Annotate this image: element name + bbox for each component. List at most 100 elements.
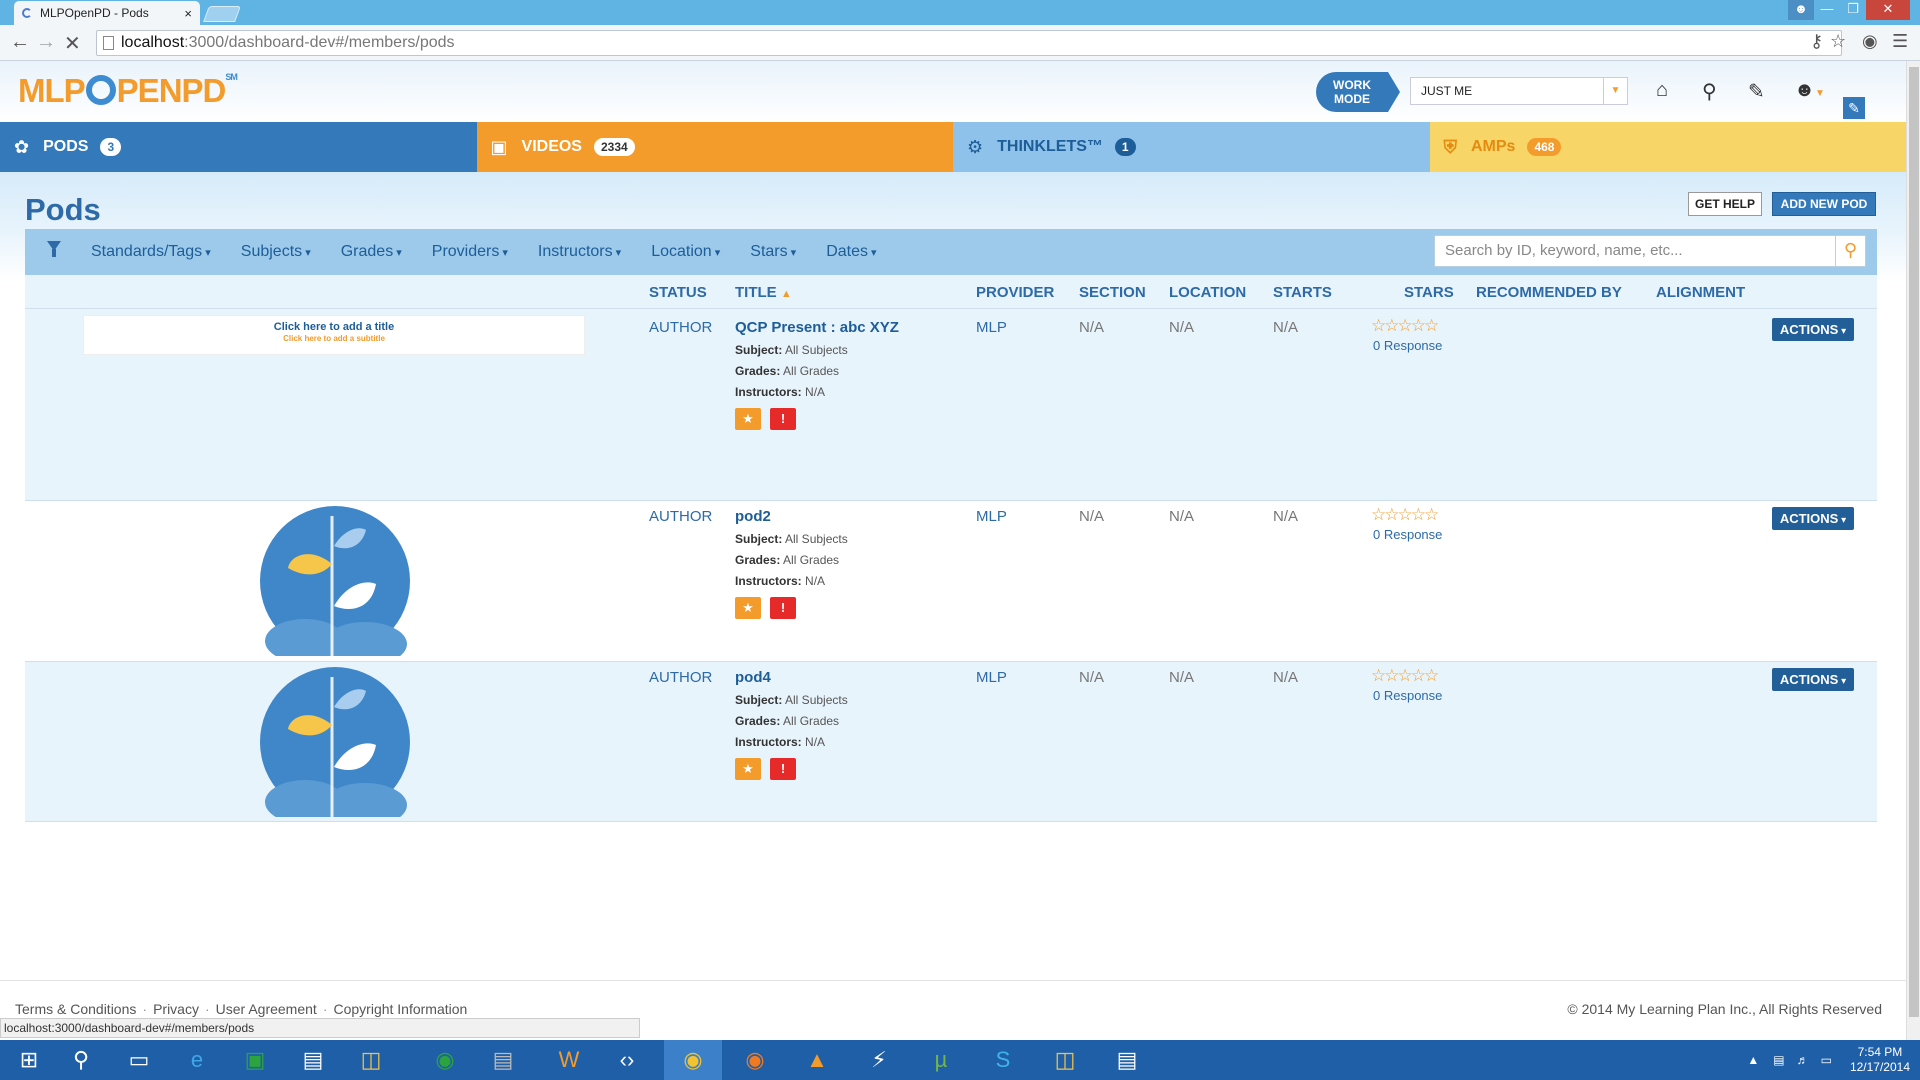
col-location[interactable]: LOCATION — [1169, 284, 1246, 301]
network-icon[interactable]: ▤ — [1773, 1053, 1784, 1067]
forward-icon[interactable]: → — [36, 31, 56, 54]
key-icon[interactable]: ⚷ — [1810, 31, 1823, 52]
star-rating-icon[interactable]: ☆☆☆☆☆ — [1371, 316, 1439, 336]
utorrent-icon[interactable]: µ — [912, 1040, 970, 1080]
tab-thinklets[interactable]: ⚙ THINKLETS™ 1 — [953, 122, 1430, 172]
col-title[interactable]: TITLE ▲ — [735, 284, 792, 301]
skype-icon[interactable]: S — [974, 1040, 1032, 1080]
footer-link-privacy[interactable]: Privacy — [153, 1001, 199, 1017]
tab-pods[interactable]: ✿ PODS 3 — [0, 122, 477, 184]
green-app-icon[interactable]: ◉ — [416, 1040, 474, 1080]
pod-leaf-image[interactable] — [260, 506, 410, 656]
row-responses[interactable]: 0 Response — [1373, 338, 1442, 353]
bookmark-star-icon[interactable]: ☆ — [1830, 31, 1846, 52]
row-title-link[interactable]: QCP Present : abc XYZ — [735, 319, 899, 336]
browser-tab[interactable]: MLPOpenPD - Pods × — [14, 1, 200, 25]
taskbar-search-icon[interactable]: ⚲ — [52, 1040, 110, 1080]
row-responses[interactable]: 0 Response — [1373, 527, 1442, 542]
chrome-icon[interactable]: ◉ — [664, 1040, 722, 1080]
add-new-pod-button[interactable]: ADD NEW POD — [1772, 192, 1876, 216]
menu-icon[interactable]: ☰ — [1892, 31, 1908, 52]
tab-close-icon[interactable]: × — [184, 6, 192, 21]
volume-icon[interactable]: ♬ — [1797, 1053, 1809, 1067]
alert-icon[interactable]: ! — [770, 758, 796, 780]
extension-icon[interactable]: ◉ — [1862, 31, 1878, 52]
work-mode-select[interactable]: JUST ME ▼ — [1410, 77, 1628, 105]
col-stars[interactable]: STARS — [1404, 284, 1454, 301]
pod-thumbnail[interactable]: Click here to add a title Click here to … — [83, 315, 585, 355]
star-rating-icon[interactable]: ☆☆☆☆☆ — [1371, 666, 1439, 686]
get-help-button[interactable]: GET HELP — [1688, 192, 1762, 216]
url-input[interactable]: localhost:3000/dashboard-dev#/members/po… — [96, 30, 1842, 56]
favorite-star-icon[interactable]: ★ — [735, 597, 761, 619]
favorite-star-icon[interactable]: ★ — [735, 408, 761, 430]
folder-icon[interactable]: ◫ — [1036, 1040, 1094, 1080]
search-input[interactable]: Search by ID, keyword, name, etc... ⚲ — [1434, 235, 1866, 267]
star-rating-icon[interactable]: ☆☆☆☆☆ — [1371, 505, 1439, 525]
footer-link-user-agreement[interactable]: User Agreement — [216, 1001, 317, 1017]
col-recommended-by[interactable]: RECOMMENDED BY — [1476, 284, 1622, 301]
alert-icon[interactable]: ! — [770, 408, 796, 430]
new-tab-button[interactable] — [203, 6, 241, 22]
user-profile-icon[interactable]: ☻ — [1788, 0, 1814, 20]
actions-button[interactable]: ACTIONS — [1772, 507, 1854, 530]
row-responses[interactable]: 0 Response — [1373, 688, 1442, 703]
filter-grades[interactable]: Grades — [341, 243, 402, 261]
stop-icon[interactable]: ✕ — [64, 31, 81, 56]
store-icon[interactable]: ▣ — [226, 1040, 284, 1080]
app-window-icon[interactable]: ▤ — [284, 1040, 342, 1080]
mlp-openpd-logo[interactable]: MLP PENPDSM — [18, 72, 238, 110]
tray-expand-icon[interactable]: ▲ — [1747, 1053, 1759, 1067]
code-editor-icon[interactable]: ‹› — [598, 1040, 656, 1080]
vertical-scrollbar[interactable] — [1906, 61, 1920, 1040]
notifications-icon[interactable]: ▭ — [1821, 1053, 1832, 1067]
minimize-icon[interactable]: — — [1814, 0, 1840, 20]
row-title-link[interactable]: pod4 — [735, 669, 771, 686]
close-window-icon[interactable]: ✕ — [1866, 0, 1910, 20]
chevron-down-icon[interactable]: ▼ — [1603, 78, 1627, 104]
home-icon[interactable]: ⌂ — [1656, 79, 1668, 102]
actions-button[interactable]: ACTIONS — [1772, 318, 1854, 341]
database-icon[interactable]: ▤ — [474, 1040, 532, 1080]
footer-link-copyright[interactable]: Copyright Information — [333, 1001, 467, 1017]
tab-amps[interactable]: ⛨ AMPs 468 — [1429, 122, 1906, 172]
col-starts[interactable]: STARTS — [1273, 284, 1332, 301]
scrollbar-thumb[interactable] — [1909, 67, 1919, 1017]
filter-providers[interactable]: Providers — [432, 243, 508, 261]
footer-link-terms[interactable]: Terms & Conditions — [15, 1001, 136, 1017]
row-title-link[interactable]: pod2 — [735, 508, 771, 525]
filter-standards-tags[interactable]: Standards/Tags — [91, 243, 211, 261]
lightning-app-icon[interactable]: ⚡ — [850, 1040, 908, 1080]
vlc-icon[interactable]: ▲ — [788, 1040, 846, 1080]
favorite-star-icon[interactable]: ★ — [735, 758, 761, 780]
back-icon[interactable]: ← — [10, 31, 30, 54]
search-icon[interactable]: ⚲ — [1835, 236, 1865, 266]
alert-icon[interactable]: ! — [770, 597, 796, 619]
user-menu-icon[interactable]: ☻▼ — [1794, 79, 1825, 102]
firefox-icon[interactable]: ◉ — [726, 1040, 784, 1080]
file-explorer-icon[interactable]: ◫ — [342, 1040, 400, 1080]
filter-subjects[interactable]: Subjects — [241, 243, 311, 261]
internet-explorer-icon[interactable]: e — [168, 1040, 226, 1080]
col-alignment[interactable]: ALIGNMENT — [1656, 284, 1745, 301]
clock[interactable]: 7:54 PM 12/17/2014 — [1850, 1045, 1910, 1075]
remote-desktop-icon[interactable]: ▤ — [1098, 1040, 1156, 1080]
search-icon[interactable]: ⚲ — [1702, 79, 1717, 104]
webstorm-icon[interactable]: W — [540, 1040, 598, 1080]
task-view-icon[interactable]: ▭ — [110, 1040, 168, 1080]
edit-corner-icon[interactable]: ✎ — [1843, 97, 1865, 119]
actions-button[interactable]: ACTIONS — [1772, 668, 1854, 691]
filter-icon[interactable] — [47, 241, 61, 257]
col-provider[interactable]: PROVIDER — [976, 284, 1054, 301]
pencil-icon[interactable]: ✎ — [1748, 79, 1765, 104]
filter-location[interactable]: Location — [651, 243, 720, 261]
windows-start-icon[interactable]: ⊞ — [0, 1040, 58, 1080]
filter-stars[interactable]: Stars — [750, 243, 796, 261]
pod-leaf-image[interactable] — [260, 667, 410, 817]
restore-icon[interactable]: ❐ — [1840, 0, 1866, 20]
col-status[interactable]: STATUS — [649, 284, 707, 301]
filter-instructors[interactable]: Instructors — [538, 243, 621, 261]
col-section[interactable]: SECTION — [1079, 284, 1146, 301]
filter-dates[interactable]: Dates — [826, 243, 876, 261]
tab-videos[interactable]: ▣ VIDEOS 2334 — [476, 122, 953, 172]
